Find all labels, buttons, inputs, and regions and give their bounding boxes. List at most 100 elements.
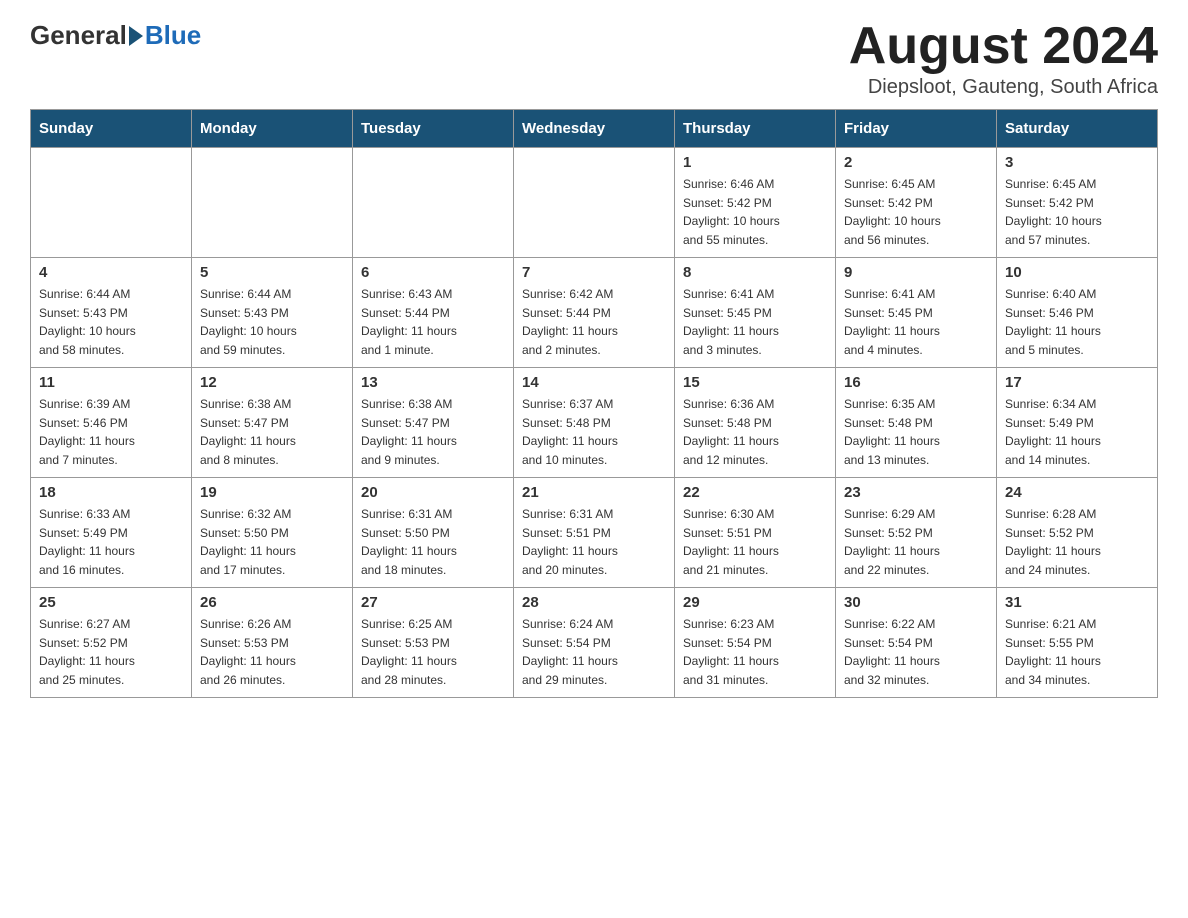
calendar-week-row: 1 Sunrise: 6:46 AM Sunset: 5:42 PM Daylig… <box>31 148 1158 258</box>
day-number: 26 <box>200 594 344 611</box>
day-number: 11 <box>39 374 183 391</box>
calendar-header-row: Sunday Monday Tuesday Wednesday Thursday… <box>31 110 1158 148</box>
day-info: Sunrise: 6:41 AM Sunset: 5:45 PM Dayligh… <box>844 285 988 359</box>
col-thursday: Thursday <box>675 110 836 148</box>
page-header: General Blue August 2024 Diepsloot, Gaut… <box>30 20 1158 99</box>
day-number: 22 <box>683 484 827 501</box>
col-sunday: Sunday <box>31 110 192 148</box>
day-number: 7 <box>522 264 666 281</box>
day-number: 20 <box>361 484 505 501</box>
table-row: 31Sunrise: 6:21 AM Sunset: 5:55 PM Dayli… <box>997 588 1158 698</box>
day-info: Sunrise: 6:38 AM Sunset: 5:47 PM Dayligh… <box>200 395 344 469</box>
day-number: 24 <box>1005 484 1149 501</box>
day-number: 14 <box>522 374 666 391</box>
table-row: 20 Sunrise: 6:31 AM Sunset: 5:50 PM Dayli… <box>353 478 514 588</box>
table-row: 25Sunrise: 6:27 AM Sunset: 5:52 PM Dayli… <box>31 588 192 698</box>
day-number: 1 <box>683 154 827 171</box>
day-info: Sunrise: 6:41 AM Sunset: 5:45 PM Dayligh… <box>683 285 827 359</box>
day-info: Sunrise: 6:32 AM Sunset: 5:50 PM Dayligh… <box>200 505 344 579</box>
table-row: 11 Sunrise: 6:39 AM Sunset: 5:46 PM Dayli… <box>31 368 192 478</box>
logo-arrow-icon <box>129 26 143 46</box>
col-friday: Friday <box>836 110 997 148</box>
table-row: 19Sunrise: 6:32 AM Sunset: 5:50 PM Dayli… <box>192 478 353 588</box>
table-row: 27 Sunrise: 6:25 AM Sunset: 5:53 PM Dayli… <box>353 588 514 698</box>
calendar-week-row: 25Sunrise: 6:27 AM Sunset: 5:52 PM Dayli… <box>31 588 1158 698</box>
day-number: 25 <box>39 594 183 611</box>
table-row: 23 Sunrise: 6:29 AM Sunset: 5:52 PM Dayli… <box>836 478 997 588</box>
day-info: Sunrise: 6:37 AM Sunset: 5:48 PM Dayligh… <box>522 395 666 469</box>
table-row: 18 Sunrise: 6:33 AM Sunset: 5:49 PM Dayli… <box>31 478 192 588</box>
table-row <box>514 148 675 258</box>
table-row: 12 Sunrise: 6:38 AM Sunset: 5:47 PM Dayli… <box>192 368 353 478</box>
location-text: Diepsloot, Gauteng, South Africa <box>849 76 1158 99</box>
table-row: 5 Sunrise: 6:44 AM Sunset: 5:43 PM Daylig… <box>192 258 353 368</box>
day-number: 6 <box>361 264 505 281</box>
col-tuesday: Tuesday <box>353 110 514 148</box>
day-number: 12 <box>200 374 344 391</box>
day-number: 31 <box>1005 594 1149 611</box>
day-number: 18 <box>39 484 183 501</box>
col-monday: Monday <box>192 110 353 148</box>
logo: General Blue <box>30 20 201 51</box>
day-number: 13 <box>361 374 505 391</box>
table-row <box>353 148 514 258</box>
day-info: Sunrise: 6:28 AM Sunset: 5:52 PM Dayligh… <box>1005 505 1149 579</box>
day-number: 23 <box>844 484 988 501</box>
day-info: Sunrise: 6:25 AM Sunset: 5:53 PM Dayligh… <box>361 615 505 689</box>
day-number: 27 <box>361 594 505 611</box>
day-info: Sunrise: 6:39 AM Sunset: 5:46 PM Dayligh… <box>39 395 183 469</box>
day-info: Sunrise: 6:31 AM Sunset: 5:50 PM Dayligh… <box>361 505 505 579</box>
day-number: 2 <box>844 154 988 171</box>
day-number: 10 <box>1005 264 1149 281</box>
calendar-week-row: 18 Sunrise: 6:33 AM Sunset: 5:49 PM Dayli… <box>31 478 1158 588</box>
day-number: 4 <box>39 264 183 281</box>
table-row: 21Sunrise: 6:31 AM Sunset: 5:51 PM Dayli… <box>514 478 675 588</box>
day-number: 29 <box>683 594 827 611</box>
day-info: Sunrise: 6:43 AM Sunset: 5:44 PM Dayligh… <box>361 285 505 359</box>
table-row: 7 Sunrise: 6:42 AM Sunset: 5:44 PM Daylig… <box>514 258 675 368</box>
day-info: Sunrise: 6:29 AM Sunset: 5:52 PM Dayligh… <box>844 505 988 579</box>
table-row: 8 Sunrise: 6:41 AM Sunset: 5:45 PM Daylig… <box>675 258 836 368</box>
table-row <box>31 148 192 258</box>
table-row: 13 Sunrise: 6:38 AM Sunset: 5:47 PM Dayli… <box>353 368 514 478</box>
day-info: Sunrise: 6:44 AM Sunset: 5:43 PM Dayligh… <box>200 285 344 359</box>
day-info: Sunrise: 6:24 AM Sunset: 5:54 PM Dayligh… <box>522 615 666 689</box>
day-info: Sunrise: 6:46 AM Sunset: 5:42 PM Dayligh… <box>683 175 827 249</box>
table-row: 10 Sunrise: 6:40 AM Sunset: 5:46 PM Dayli… <box>997 258 1158 368</box>
table-row: 1 Sunrise: 6:46 AM Sunset: 5:42 PM Daylig… <box>675 148 836 258</box>
table-row: 6 Sunrise: 6:43 AM Sunset: 5:44 PM Daylig… <box>353 258 514 368</box>
day-number: 17 <box>1005 374 1149 391</box>
day-info: Sunrise: 6:42 AM Sunset: 5:44 PM Dayligh… <box>522 285 666 359</box>
day-info: Sunrise: 6:26 AM Sunset: 5:53 PM Dayligh… <box>200 615 344 689</box>
table-row: 26 Sunrise: 6:26 AM Sunset: 5:53 PM Dayli… <box>192 588 353 698</box>
day-number: 30 <box>844 594 988 611</box>
table-row: 16Sunrise: 6:35 AM Sunset: 5:48 PM Dayli… <box>836 368 997 478</box>
day-number: 8 <box>683 264 827 281</box>
table-row: 9Sunrise: 6:41 AM Sunset: 5:45 PM Daylig… <box>836 258 997 368</box>
day-info: Sunrise: 6:38 AM Sunset: 5:47 PM Dayligh… <box>361 395 505 469</box>
day-number: 5 <box>200 264 344 281</box>
day-number: 28 <box>522 594 666 611</box>
table-row: 17 Sunrise: 6:34 AM Sunset: 5:49 PM Dayli… <box>997 368 1158 478</box>
day-info: Sunrise: 6:23 AM Sunset: 5:54 PM Dayligh… <box>683 615 827 689</box>
day-info: Sunrise: 6:35 AM Sunset: 5:48 PM Dayligh… <box>844 395 988 469</box>
calendar-week-row: 11 Sunrise: 6:39 AM Sunset: 5:46 PM Dayli… <box>31 368 1158 478</box>
day-info: Sunrise: 6:40 AM Sunset: 5:46 PM Dayligh… <box>1005 285 1149 359</box>
day-info: Sunrise: 6:34 AM Sunset: 5:49 PM Dayligh… <box>1005 395 1149 469</box>
col-wednesday: Wednesday <box>514 110 675 148</box>
day-number: 15 <box>683 374 827 391</box>
day-info: Sunrise: 6:33 AM Sunset: 5:49 PM Dayligh… <box>39 505 183 579</box>
logo-general-text: General <box>30 20 127 51</box>
day-info: Sunrise: 6:30 AM Sunset: 5:51 PM Dayligh… <box>683 505 827 579</box>
table-row: 28 Sunrise: 6:24 AM Sunset: 5:54 PM Dayli… <box>514 588 675 698</box>
calendar-week-row: 4 Sunrise: 6:44 AM Sunset: 5:43 PM Daylig… <box>31 258 1158 368</box>
table-row <box>192 148 353 258</box>
day-number: 21 <box>522 484 666 501</box>
table-row: 3Sunrise: 6:45 AM Sunset: 5:42 PM Daylig… <box>997 148 1158 258</box>
table-row: 24 Sunrise: 6:28 AM Sunset: 5:52 PM Dayli… <box>997 478 1158 588</box>
table-row: 2 Sunrise: 6:45 AM Sunset: 5:42 PM Daylig… <box>836 148 997 258</box>
day-info: Sunrise: 6:36 AM Sunset: 5:48 PM Dayligh… <box>683 395 827 469</box>
logo-blue-text: Blue <box>145 20 201 51</box>
month-title: August 2024 <box>849 20 1158 72</box>
day-info: Sunrise: 6:45 AM Sunset: 5:42 PM Dayligh… <box>844 175 988 249</box>
